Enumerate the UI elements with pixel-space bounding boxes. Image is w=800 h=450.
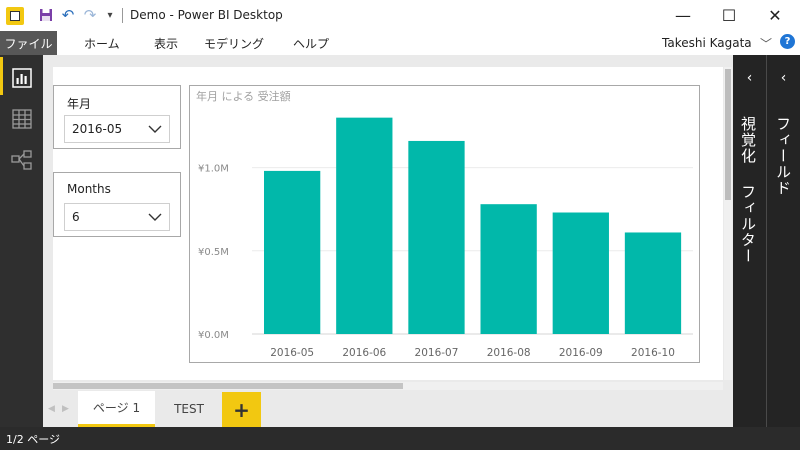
page-tab-test[interactable]: TEST (158, 391, 220, 427)
x-tick-label: 2016-06 (342, 347, 386, 359)
bar-2016-09[interactable] (552, 212, 609, 334)
fields-pane[interactable] (767, 55, 800, 427)
x-tick-label: 2016-07 (415, 347, 459, 359)
expand-visualizations-icon[interactable]: ‹ (733, 68, 766, 88)
tab-help[interactable]: ヘルプ (293, 31, 329, 55)
tab-view[interactable]: 表示 (154, 31, 178, 55)
model-view-icon[interactable] (10, 148, 34, 172)
x-tick-label: 2016-10 (631, 347, 675, 359)
dropdown-value: 6 (72, 210, 80, 224)
y-tick-label: ¥0.0M (198, 330, 229, 341)
data-view-icon[interactable] (10, 107, 34, 131)
x-tick-label: 2016-08 (487, 347, 531, 359)
close-button[interactable]: ✕ (752, 0, 798, 30)
next-page-icon[interactable]: ▶ (62, 404, 72, 414)
signed-in-user[interactable]: Takeshi Kagata (662, 31, 752, 55)
dropdown-value: 2016-05 (72, 122, 123, 136)
vertical-scrollbar-thumb[interactable] (725, 69, 731, 200)
title-separator (122, 8, 123, 23)
help-icon[interactable]: ? (780, 34, 795, 49)
y-tick-label: ¥1.0M (198, 164, 229, 175)
minimize-button[interactable]: — (660, 0, 706, 30)
horizontal-scrollbar-thumb[interactable] (53, 383, 403, 389)
chevron-down-icon (148, 213, 162, 221)
bar-2016-07[interactable] (408, 140, 465, 334)
previous-page-icon[interactable]: ◀ (48, 404, 58, 414)
visualizations-label[interactable]: 視覚化 (738, 116, 759, 164)
x-tick-label: 2016-05 (270, 347, 314, 359)
bar-2016-08[interactable] (480, 204, 537, 334)
fields-label[interactable]: フィールド (773, 116, 794, 196)
undo-icon[interactable]: ↶ (58, 5, 78, 25)
maximize-button[interactable]: ☐ (706, 0, 752, 30)
customize-quick-access-icon[interactable]: ▾ (100, 5, 120, 25)
redo-icon[interactable]: ↷ (80, 5, 100, 25)
expand-fields-icon[interactable]: ‹ (767, 68, 800, 88)
x-tick-label: 2016-09 (559, 347, 603, 359)
tab-file[interactable]: ファイル (0, 31, 57, 55)
chevron-down-icon[interactable]: ﹀ (758, 31, 774, 55)
active-view-indicator (0, 57, 3, 95)
power-bi-app-icon[interactable] (6, 7, 24, 25)
add-page-button[interactable]: + (222, 392, 261, 427)
chevron-down-icon (148, 125, 162, 133)
bar-2016-10[interactable] (624, 232, 682, 334)
y-tick-label: ¥0.5M (198, 247, 229, 258)
bar-2016-06[interactable] (336, 117, 393, 334)
save-icon[interactable] (36, 5, 56, 25)
year-month-dropdown[interactable]: 2016-05 (64, 115, 170, 143)
bar-2016-05[interactable] (264, 170, 321, 334)
slicer-months[interactable]: Months 6 (53, 172, 181, 237)
tab-home[interactable]: ホーム (84, 31, 120, 55)
report-view-icon[interactable] (10, 66, 34, 90)
months-dropdown[interactable]: 6 (64, 203, 170, 231)
filters-label[interactable]: フィルター (738, 184, 759, 264)
slicer-year-month[interactable]: 年月 2016-05 (53, 85, 181, 149)
page-tab-1[interactable]: ページ 1 (78, 391, 155, 427)
bar-chart-plot: ¥0.0M ¥0.5M ¥1.0M 2016-05 2016-06 2016-07 2016… (198, 117, 693, 359)
tab-modeling[interactable]: モデリング (204, 31, 264, 55)
window-title: Demo - Power BI Desktop (130, 8, 283, 22)
slicer-title: Months (67, 182, 111, 196)
slicer-title: 年月 (67, 97, 92, 111)
status-bar: 1/2 ページ (0, 427, 800, 450)
